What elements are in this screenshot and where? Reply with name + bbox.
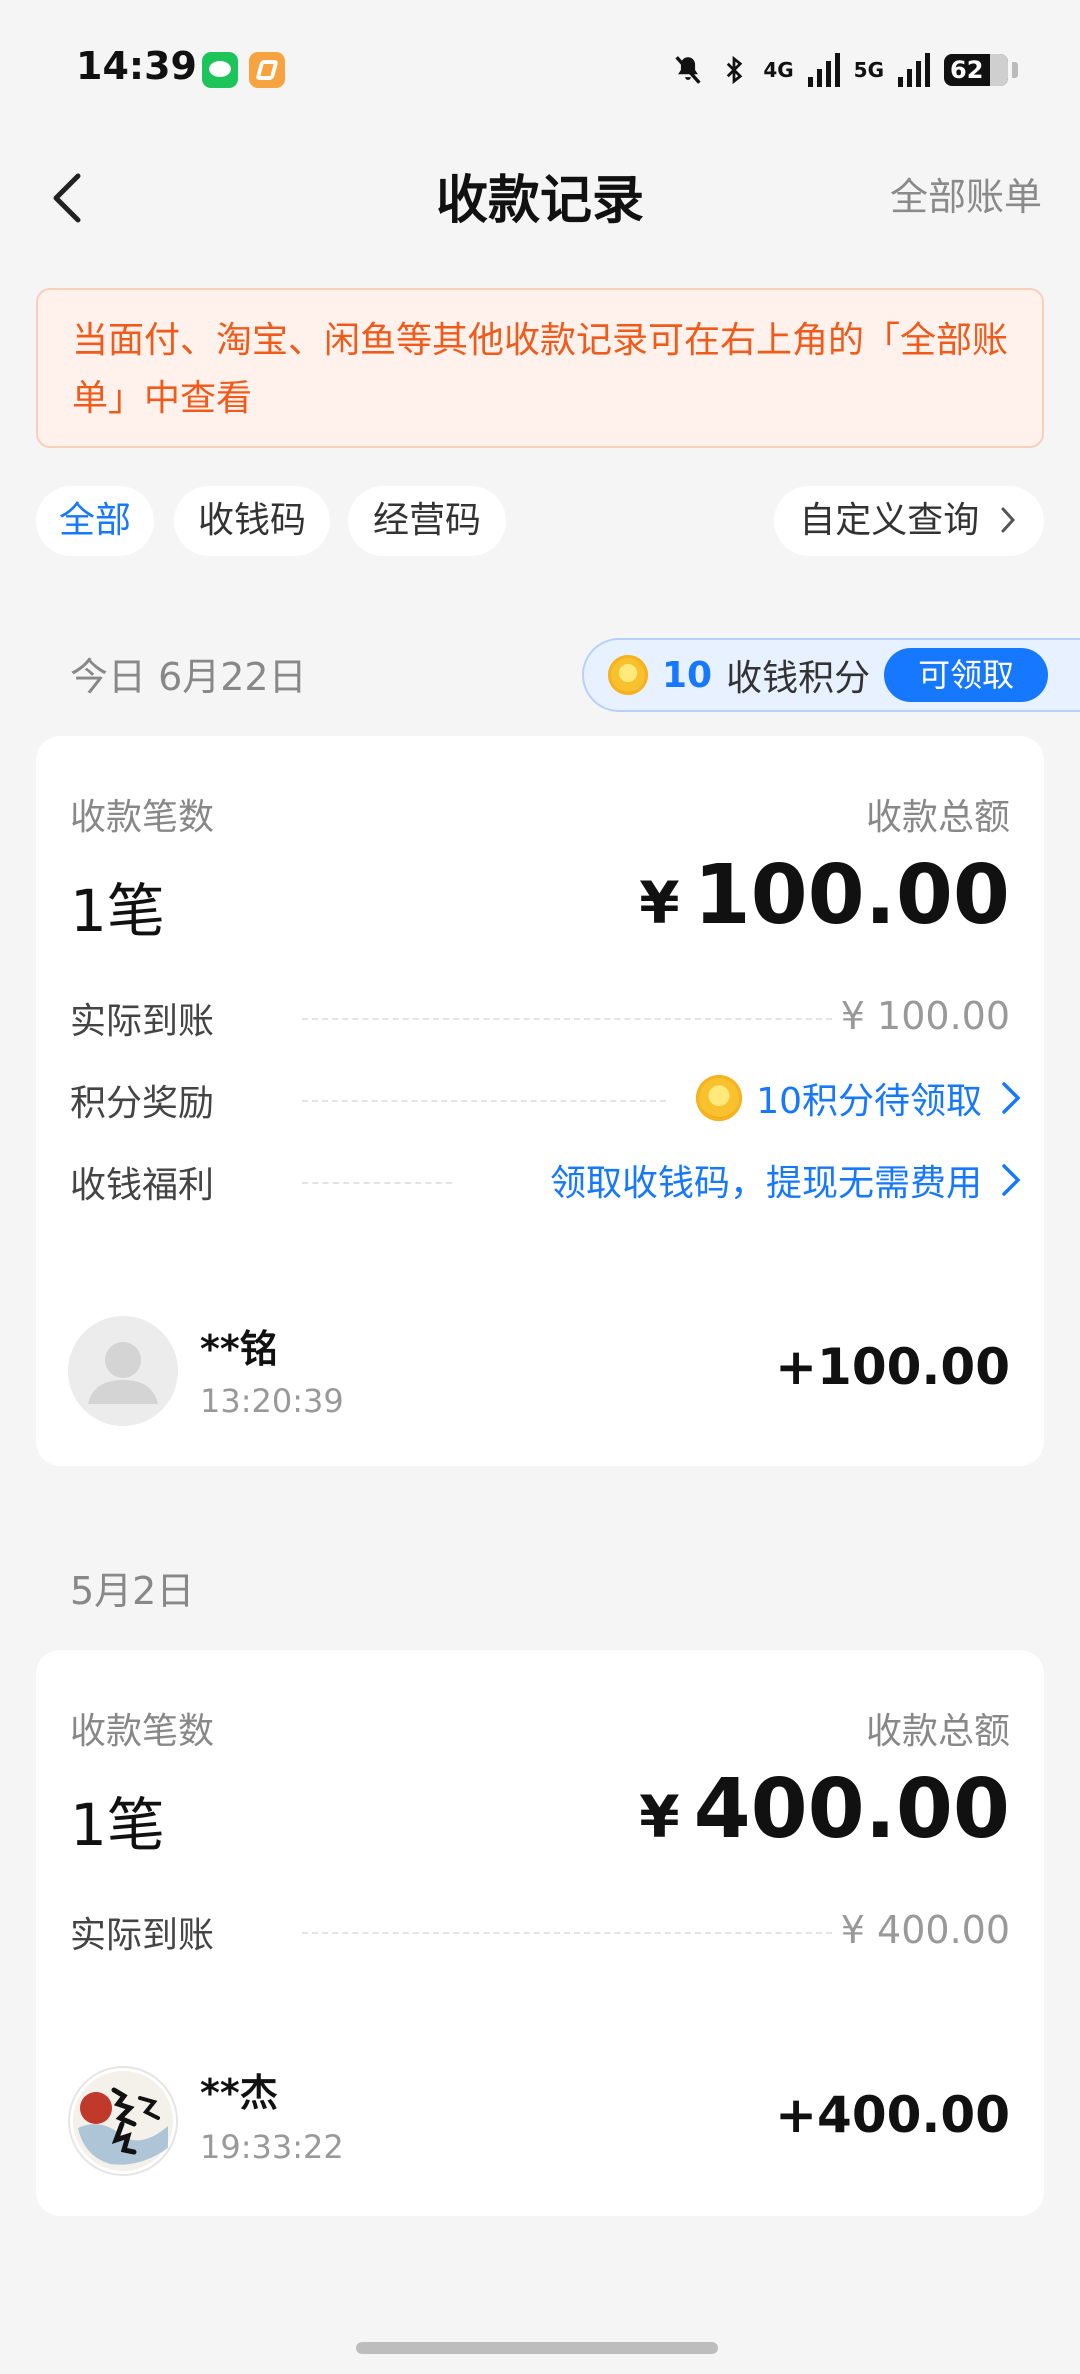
custom-query-button[interactable]: 自定义查询 xyxy=(774,486,1044,556)
count-value: 1笔 xyxy=(70,877,165,945)
benefit-value: 领取收钱码，提现无需费用 xyxy=(549,1163,982,1204)
date-header-today: 今日 6月22日 xyxy=(70,655,307,699)
reward-value: 10积分待领取 xyxy=(756,1081,982,1122)
battery-icon: 62 xyxy=(944,54,1018,86)
chevron-right-icon xyxy=(1001,507,1015,533)
coin-icon xyxy=(608,655,648,695)
payment-time: 13:20:39 xyxy=(200,1382,344,1420)
payer-name: **杰 xyxy=(200,2071,278,2115)
total-amount: ¥100.00 xyxy=(639,848,1010,943)
network-4g-label: 4G xyxy=(763,58,794,82)
default-user-icon xyxy=(88,1342,158,1404)
payer-name: **铭 xyxy=(200,1327,278,1371)
currency-symbol: ¥ xyxy=(639,1783,680,1851)
benefit-link[interactable]: 领取收钱码，提现无需费用 xyxy=(550,1150,1026,1210)
all-bills-link[interactable]: 全部账单 xyxy=(890,166,1042,221)
signal-5g-icon xyxy=(898,53,930,87)
total-amount: ¥400.00 xyxy=(639,1762,1010,1857)
mute-bell-icon xyxy=(675,56,701,84)
payment-time: 19:33:22 xyxy=(200,2128,344,2166)
battery-level: 62 xyxy=(950,56,984,84)
date-header: 5月2日 xyxy=(70,1569,195,1613)
summary-card-today: 收款笔数 收款总额 1笔 ¥100.00 实际到账 ¥ 100.00 积分奖励 … xyxy=(36,736,1044,1466)
filter-qr-chip[interactable]: 收钱码 xyxy=(174,486,330,556)
signal-4g-icon xyxy=(807,53,840,87)
actual-label: 实际到账 xyxy=(70,1915,215,1956)
claim-points-button[interactable]: 可领取 xyxy=(884,648,1049,702)
actual-value: ¥ 100.00 xyxy=(840,994,1010,1038)
status-icons: 4G 5G 62 xyxy=(671,50,1018,90)
calligraphy-avatar-icon xyxy=(73,2071,173,2171)
home-indicator[interactable] xyxy=(356,2342,718,2354)
avatar xyxy=(68,1316,178,1426)
total-label: 收款总额 xyxy=(865,797,1010,838)
chevron-right-icon xyxy=(1002,1164,1021,1196)
divider xyxy=(302,1932,832,1934)
transaction-row[interactable]: **杰 19:33:22 +400.00 xyxy=(36,2050,1044,2190)
chevron-right-icon xyxy=(1002,1082,1021,1114)
points-label: 收钱积分 xyxy=(726,658,871,699)
points-value: 10 xyxy=(662,654,713,696)
avatar xyxy=(68,2066,178,2176)
coin-icon xyxy=(696,1075,743,1121)
payment-amount: +400.00 xyxy=(775,2086,1010,2144)
transaction-row[interactable]: **铭 13:20:39 +100.00 xyxy=(36,1296,1044,1436)
total-label: 收款总额 xyxy=(865,1711,1010,1752)
bluetooth-icon xyxy=(727,55,743,85)
actual-value: ¥ 400.00 xyxy=(840,1908,1010,1952)
points-banner[interactable]: 10 收钱积分 可领取 xyxy=(582,638,1080,712)
currency-symbol: ¥ xyxy=(639,869,680,937)
count-value: 1笔 xyxy=(70,1791,165,1859)
status-time: 14:39 xyxy=(76,44,197,88)
filter-business-chip[interactable]: 经营码 xyxy=(348,486,506,556)
actual-label: 实际到账 xyxy=(70,1001,215,1042)
notice-text: 当面付、淘宝、闲鱼等其他收款记录可在右上角的「全部账单」中查看 xyxy=(72,320,1009,419)
summary-card: 收款笔数 收款总额 1笔 ¥400.00 实际到账 ¥ 400.00 **杰 1… xyxy=(36,1650,1044,2216)
total-value: 400.00 xyxy=(693,1762,1010,1857)
benefit-label: 收钱福利 xyxy=(70,1165,215,1206)
wechat-notification-icon xyxy=(202,52,238,88)
network-5g-label: 5G xyxy=(853,58,884,82)
count-label: 收款笔数 xyxy=(70,797,215,838)
custom-query-label: 自定义查询 xyxy=(799,500,980,541)
divider xyxy=(302,1182,452,1184)
divider xyxy=(302,1018,832,1020)
divider xyxy=(302,1100,666,1102)
total-value: 100.00 xyxy=(693,848,1010,943)
count-label: 收款笔数 xyxy=(70,1711,215,1752)
notice-banner: 当面付、淘宝、闲鱼等其他收款记录可在右上角的「全部账单」中查看 xyxy=(36,288,1044,448)
payment-amount: +100.00 xyxy=(775,1338,1010,1396)
app-notification-icon xyxy=(249,52,285,88)
reward-link[interactable]: 10积分待领取 xyxy=(696,1068,1026,1128)
reward-label: 积分奖励 xyxy=(70,1083,215,1124)
filter-all-chip[interactable]: 全部 xyxy=(36,486,154,556)
